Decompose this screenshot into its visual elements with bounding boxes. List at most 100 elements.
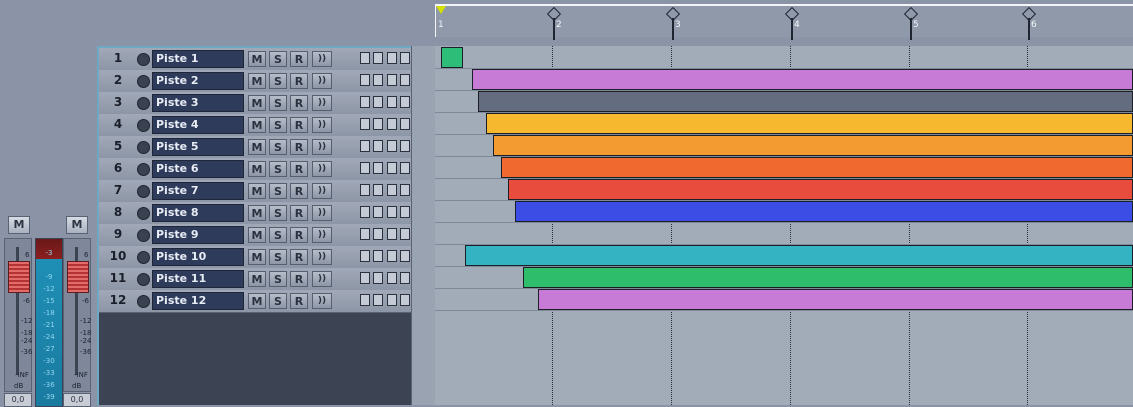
- fx-icon[interactable]: [387, 250, 397, 262]
- track-name-field[interactable]: Piste 8: [152, 204, 244, 222]
- monitor-button[interactable]: )): [312, 183, 332, 199]
- track-type-icon[interactable]: [137, 53, 150, 66]
- solo-button[interactable]: S: [269, 227, 287, 243]
- solo-button[interactable]: S: [269, 139, 287, 155]
- track-type-icon[interactable]: [137, 163, 150, 176]
- track-lane[interactable]: [435, 112, 1133, 135]
- header-splitter[interactable]: [411, 46, 435, 405]
- track-type-icon[interactable]: [137, 119, 150, 132]
- record-button[interactable]: R: [290, 161, 308, 177]
- window-icon[interactable]: [400, 250, 410, 262]
- mixer-icon[interactable]: [373, 162, 383, 174]
- track-name-field[interactable]: Piste 5: [152, 138, 244, 156]
- solo-button[interactable]: S: [269, 73, 287, 89]
- mute-button[interactable]: M: [248, 73, 266, 89]
- window-icon[interactable]: [400, 162, 410, 174]
- record-button[interactable]: R: [290, 293, 308, 309]
- mute-button[interactable]: M: [248, 139, 266, 155]
- record-button[interactable]: R: [290, 139, 308, 155]
- fx-icon[interactable]: [387, 294, 397, 306]
- track-header-row[interactable]: 2 Piste 2 M S R )): [99, 70, 411, 93]
- mute-button[interactable]: M: [248, 183, 266, 199]
- fx-icon[interactable]: [387, 162, 397, 174]
- audio-clip[interactable]: [501, 157, 1133, 178]
- fx-icon[interactable]: [387, 228, 397, 240]
- track-header-row[interactable]: 7 Piste 7 M S R )): [99, 180, 411, 203]
- fx-icon[interactable]: [387, 96, 397, 108]
- window-icon[interactable]: [400, 184, 410, 196]
- solo-button[interactable]: S: [269, 249, 287, 265]
- track-properties-icon[interactable]: [360, 74, 370, 86]
- track-name-field[interactable]: Piste 3: [152, 94, 244, 112]
- fx-icon[interactable]: [387, 52, 397, 64]
- window-icon[interactable]: [400, 96, 410, 108]
- master-right-mute-button[interactable]: M: [66, 216, 88, 234]
- playhead-marker[interactable]: [436, 6, 446, 14]
- track-type-icon[interactable]: [137, 75, 150, 88]
- track-lane[interactable]: [435, 46, 1133, 69]
- audio-clip[interactable]: [523, 267, 1133, 288]
- track-header-row[interactable]: 3 Piste 3 M S R )): [99, 92, 411, 115]
- audio-clip[interactable]: [478, 91, 1133, 112]
- monitor-button[interactable]: )): [312, 161, 332, 177]
- fader-handle[interactable]: [67, 261, 89, 293]
- record-button[interactable]: R: [290, 249, 308, 265]
- monitor-button[interactable]: )): [312, 293, 332, 309]
- track-name-field[interactable]: Piste 12: [152, 292, 244, 310]
- track-lane[interactable]: [435, 178, 1133, 201]
- track-name-field[interactable]: Piste 9: [152, 226, 244, 244]
- window-icon[interactable]: [400, 118, 410, 130]
- track-properties-icon[interactable]: [360, 272, 370, 284]
- record-button[interactable]: R: [290, 73, 308, 89]
- mixer-icon[interactable]: [373, 228, 383, 240]
- track-name-field[interactable]: Piste 2: [152, 72, 244, 90]
- track-lane[interactable]: [435, 134, 1133, 157]
- fx-icon[interactable]: [387, 206, 397, 218]
- track-properties-icon[interactable]: [360, 228, 370, 240]
- solo-button[interactable]: S: [269, 95, 287, 111]
- monitor-button[interactable]: )): [312, 139, 332, 155]
- track-header-row[interactable]: 8 Piste 8 M S R )): [99, 202, 411, 225]
- mixer-icon[interactable]: [373, 294, 383, 306]
- track-header-row[interactable]: 11 Piste 11 M S R )): [99, 268, 411, 291]
- monitor-button[interactable]: )): [312, 95, 332, 111]
- track-type-icon[interactable]: [137, 273, 150, 286]
- audio-clip[interactable]: [486, 113, 1133, 134]
- track-name-field[interactable]: Piste 6: [152, 160, 244, 178]
- window-icon[interactable]: [400, 140, 410, 152]
- record-button[interactable]: R: [290, 183, 308, 199]
- track-lane[interactable]: [435, 200, 1133, 223]
- solo-button[interactable]: S: [269, 161, 287, 177]
- track-type-icon[interactable]: [137, 141, 150, 154]
- track-properties-icon[interactable]: [360, 140, 370, 152]
- audio-clip[interactable]: [538, 289, 1133, 310]
- monitor-button[interactable]: )): [312, 249, 332, 265]
- mute-button[interactable]: M: [248, 161, 266, 177]
- solo-button[interactable]: S: [269, 205, 287, 221]
- track-type-icon[interactable]: [137, 295, 150, 308]
- solo-button[interactable]: S: [269, 51, 287, 67]
- fx-icon[interactable]: [387, 272, 397, 284]
- audio-clip[interactable]: [508, 179, 1133, 200]
- mute-button[interactable]: M: [248, 51, 266, 67]
- mute-button[interactable]: M: [248, 271, 266, 287]
- monitor-button[interactable]: )): [312, 205, 332, 221]
- track-properties-icon[interactable]: [360, 162, 370, 174]
- window-icon[interactable]: [400, 294, 410, 306]
- track-name-field[interactable]: Piste 1: [152, 50, 244, 68]
- track-header-row[interactable]: 1 Piste 1 M S R )): [99, 48, 411, 71]
- window-icon[interactable]: [400, 272, 410, 284]
- window-icon[interactable]: [400, 52, 410, 64]
- fx-icon[interactable]: [387, 140, 397, 152]
- mute-button[interactable]: M: [248, 227, 266, 243]
- track-properties-icon[interactable]: [360, 206, 370, 218]
- track-header-row[interactable]: 4 Piste 4 M S R )): [99, 114, 411, 137]
- monitor-button[interactable]: )): [312, 271, 332, 287]
- audio-clip[interactable]: [472, 69, 1133, 90]
- solo-button[interactable]: S: [269, 117, 287, 133]
- mute-button[interactable]: M: [248, 293, 266, 309]
- track-header-row[interactable]: 5 Piste 5 M S R )): [99, 136, 411, 159]
- arrangement-area[interactable]: [435, 46, 1133, 405]
- track-name-field[interactable]: Piste 11: [152, 270, 244, 288]
- monitor-button[interactable]: )): [312, 51, 332, 67]
